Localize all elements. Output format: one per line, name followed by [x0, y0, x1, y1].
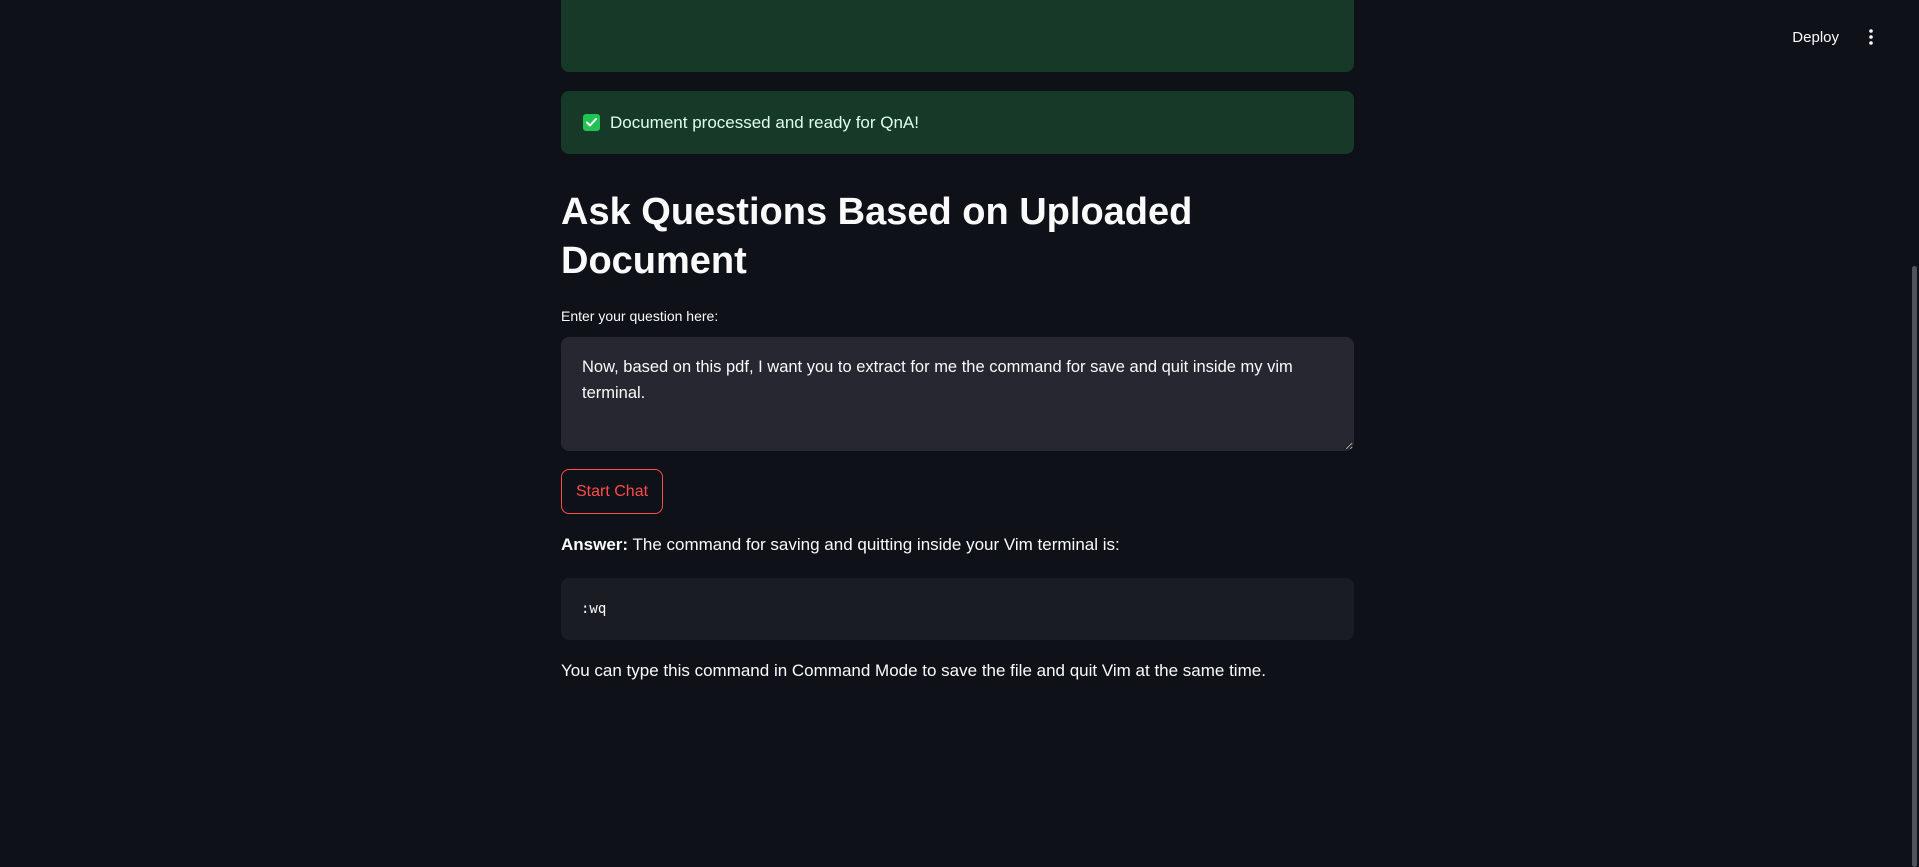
question-textarea[interactable] — [561, 337, 1354, 451]
answer-follow-up: You can type this command in Command Mod… — [561, 661, 1266, 680]
success-alert: Document processed and ready for QnA! — [561, 91, 1354, 154]
previous-alert-banner — [561, 0, 1354, 72]
top-toolbar: Deploy — [1784, 0, 1919, 74]
answer-text: The command for saving and quitting insi… — [628, 535, 1120, 554]
answer-label: Answer: — [561, 535, 629, 554]
success-message: Document processed and ready for QnA! — [610, 112, 919, 132]
question-label: Enter your question here: — [561, 308, 719, 324]
answer-line: Answer: The command for saving and quitt… — [561, 535, 1120, 555]
check-box-icon — [583, 114, 600, 131]
scrollbar[interactable] — [1911, 0, 1919, 867]
code-text: :wq — [581, 601, 607, 617]
scrollbar-thumb[interactable] — [1912, 266, 1917, 867]
vertical-ellipsis-icon[interactable] — [1861, 23, 1881, 51]
start-chat-button[interactable]: Start Chat — [561, 469, 664, 514]
page-title: Ask Questions Based on Uploaded Document — [561, 191, 1193, 282]
deploy-button[interactable]: Deploy — [1784, 23, 1847, 52]
code-block: :wq — [561, 578, 1354, 640]
